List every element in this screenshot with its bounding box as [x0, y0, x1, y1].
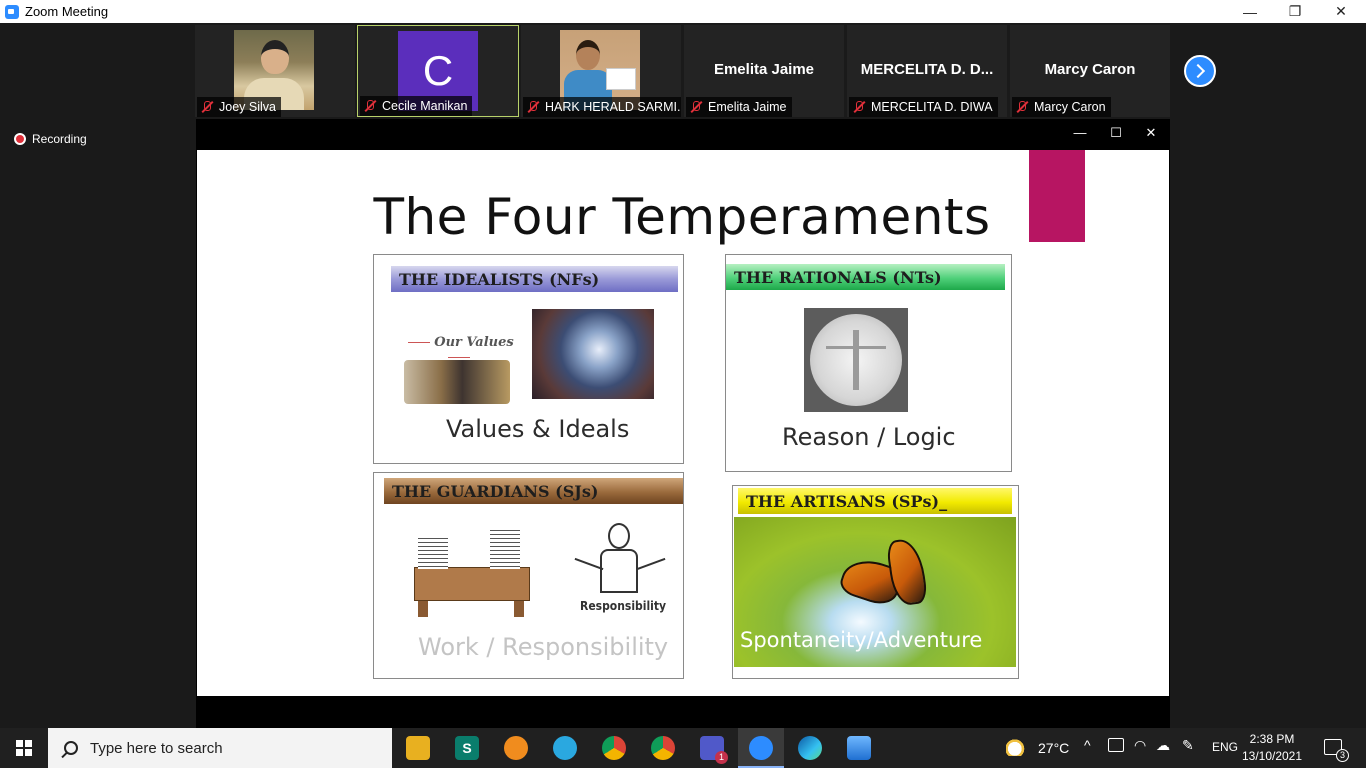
show-hidden-icons-chevron-icon[interactable]: ^: [1084, 737, 1091, 753]
close-window-button[interactable]: ✕: [1318, 0, 1364, 23]
battery-icon[interactable]: [1108, 738, 1124, 752]
rationals-panel: THE RATIONALS (NTs) Reason / Logic: [725, 254, 1012, 472]
participant-name: MERCELITA D. DIWA: [871, 100, 993, 114]
notifications-count: 3: [1336, 749, 1349, 762]
zoom-icon: [749, 736, 773, 760]
share-maximize-button[interactable]: ☐: [1106, 125, 1126, 141]
media-player-icon[interactable]: [553, 736, 577, 760]
rationals-heading: THE RATIONALS (NTs): [726, 264, 1005, 290]
mic-muted-icon: [200, 100, 214, 114]
participant-tile-hark-herald[interactable]: HARK HERALD SARMI...: [521, 25, 681, 117]
share-close-button[interactable]: ✕: [1141, 125, 1161, 141]
input-language[interactable]: ENG: [1212, 740, 1238, 754]
participant-tile-name: Emelita Jaime: [713, 61, 815, 78]
system-clock[interactable]: 2:38 PM 13/10/2021: [1240, 731, 1304, 765]
windows-logo-icon: [16, 740, 32, 756]
onedrive-cloud-icon[interactable]: ☁: [1156, 737, 1170, 754]
participant-name: Joey Silva: [219, 100, 276, 114]
weather-cloud-icon[interactable]: [1006, 738, 1028, 756]
window-title-bar: Zoom Meeting — ❐ ✕: [0, 0, 1366, 23]
pen-workspace-icon[interactable]: ✎: [1182, 737, 1194, 754]
participant-tile-mercelita-diwa[interactable]: MERCELITA D. D... MERCELITA D. DIWA: [847, 25, 1007, 117]
responsibility-image-label: Responsibility: [580, 599, 667, 613]
clock-time: 2:38 PM: [1249, 732, 1295, 746]
participant-name: Emelita Jaime: [708, 100, 787, 114]
meeting-area: Joey Silva C Cecile Manikan HARK HERALD …: [0, 23, 1366, 729]
mic-muted-icon: [689, 100, 703, 114]
mic-muted-icon: [852, 100, 866, 114]
window-title: Zoom Meeting: [25, 4, 109, 19]
recording-label: Recording: [32, 132, 87, 146]
presentation-slide: The Four Temperaments THE IDEALISTS (NFs…: [197, 150, 1169, 696]
weather-temperature[interactable]: 27°C: [1038, 740, 1069, 756]
sway-app-icon[interactable]: S: [455, 736, 479, 760]
shared-screen-window: — ☐ ✕ The Four Temperaments THE IDEALIST…: [196, 119, 1170, 729]
globe-hands-image: [532, 309, 654, 399]
participant-tile-name: Marcy Caron: [1044, 61, 1136, 78]
start-button[interactable]: [0, 728, 48, 768]
participant-tile-cecile-manikan[interactable]: C Cecile Manikan: [357, 25, 519, 117]
shrugging-person-image: [570, 523, 670, 601]
participant-label: MERCELITA D. DIWA: [849, 97, 998, 117]
chrome-profile-2-icon[interactable]: [651, 736, 675, 760]
windows-taskbar: Type here to search S 1 27°C ^ ◠ ☁ ✎ ENG…: [0, 728, 1366, 768]
guardians-heading: THE GUARDIANS (SJs): [384, 478, 683, 504]
idealists-caption: Values & Ideals: [446, 415, 630, 443]
guardians-panel: THE GUARDIANS (SJs) Responsibility Work …: [373, 472, 684, 679]
participant-tile-emelita-jaime[interactable]: Emelita Jaime Emelita Jaime: [684, 25, 844, 117]
recording-indicator[interactable]: Recording: [14, 132, 87, 146]
guardians-caption: Work / Responsibility: [418, 633, 669, 661]
vitruvian-man-image: [804, 308, 908, 412]
participant-label: Emelita Jaime: [686, 97, 792, 117]
share-minimize-button[interactable]: —: [1070, 125, 1090, 141]
minimize-window-button[interactable]: —: [1227, 0, 1273, 23]
mic-muted-icon: [1015, 100, 1029, 114]
clock-date: 13/10/2021: [1241, 749, 1303, 763]
next-participants-button[interactable]: [1184, 55, 1216, 87]
zoom-app-icon: [5, 4, 19, 19]
participant-label: Joey Silva: [197, 97, 281, 117]
desk-paperwork-image: [404, 523, 554, 619]
slide-accent-bar: [1029, 150, 1085, 242]
artisans-panel: THE ARTISANS (SPs)_ Spontaneity/Adventur…: [732, 485, 1019, 679]
meeting-handshake-image: [404, 360, 510, 404]
artisans-heading: THE ARTISANS (SPs)_: [738, 488, 1012, 514]
search-placeholder: Type here to search: [90, 739, 223, 757]
participant-label: Marcy Caron: [1012, 97, 1111, 117]
participant-tile-name: MERCELITA D. D...: [860, 61, 994, 78]
brave-browser-icon[interactable]: [504, 736, 528, 760]
participant-label: HARK HERALD SARMI...: [523, 97, 681, 117]
restore-window-button[interactable]: ❐: [1272, 0, 1318, 23]
mic-muted-icon: [526, 100, 540, 114]
recording-icon: [14, 133, 26, 145]
mic-muted-icon: [363, 99, 377, 113]
participant-name: HARK HERALD SARMI...: [545, 100, 681, 114]
photos-app-icon[interactable]: [847, 736, 871, 760]
idealists-heading: THE IDEALISTS (NFs): [391, 266, 678, 292]
participant-name: Cecile Manikan: [382, 99, 468, 113]
slide-title: The Four Temperaments: [373, 188, 991, 246]
idealists-panel: THE IDEALISTS (NFs) Our Values Values & …: [373, 254, 684, 464]
taskbar-search-box[interactable]: Type here to search: [48, 728, 392, 768]
edge-browser-icon[interactable]: [798, 736, 822, 760]
participant-label: Cecile Manikan: [360, 96, 473, 116]
artisans-caption: Spontaneity/Adventure: [740, 628, 983, 652]
participant-tile-joey-silva[interactable]: Joey Silva: [195, 25, 355, 117]
participant-tile-marcy-caron[interactable]: Marcy Caron Marcy Caron: [1010, 25, 1170, 117]
search-icon: [64, 741, 78, 755]
zoom-taskbar-button[interactable]: [738, 728, 784, 768]
teams-badge: 1: [715, 751, 728, 764]
wifi-icon[interactable]: ◠: [1134, 737, 1146, 754]
participant-name: Marcy Caron: [1034, 100, 1106, 114]
chrome-profile-1-icon[interactable]: [602, 736, 626, 760]
rationals-caption: Reason / Logic: [782, 423, 956, 451]
file-explorer-icon[interactable]: [406, 736, 430, 760]
notifications-icon[interactable]: 3: [1324, 739, 1349, 762]
teams-icon[interactable]: 1: [700, 736, 728, 764]
